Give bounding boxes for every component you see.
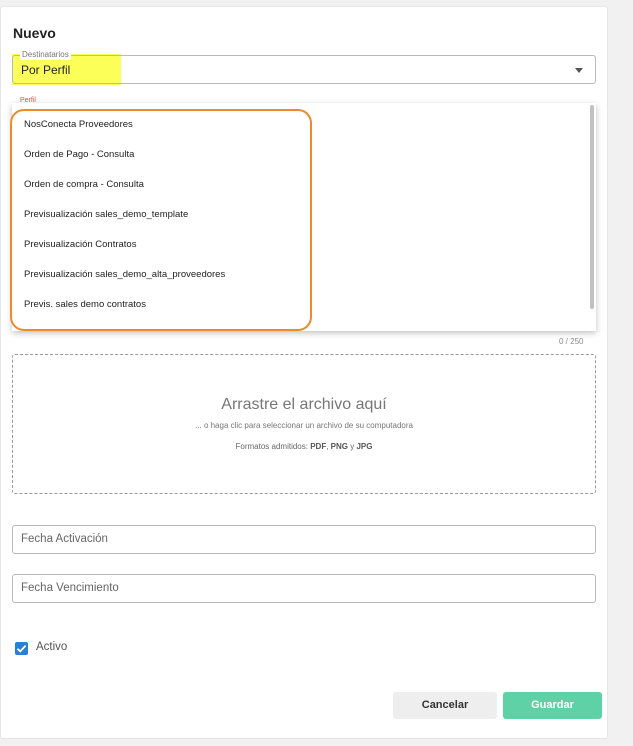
dropdown-option[interactable]: Orden de compra - Consulta (12, 170, 596, 200)
dropzone-subtitle: ... o haga clic para seleccionar un arch… (195, 421, 413, 430)
save-button[interactable]: Guardar (503, 692, 602, 719)
dropdown-option[interactable]: NosConecta Proveedores (12, 110, 596, 140)
perfil-dropdown[interactable]: NosConecta Proveedores Orden de Pago - C… (12, 103, 596, 331)
check-icon (16, 644, 27, 653)
destinatarios-label: Destinatarios (20, 50, 71, 60)
dropzone-title: Arrastre el archivo aquí (221, 396, 387, 413)
format-png: PNG (330, 442, 349, 451)
format-pdf: PDF (310, 442, 327, 451)
formats-prefix: Formatos admitidos: (235, 442, 308, 451)
fecha-vencimiento-field[interactable]: Fecha Vencimiento (12, 574, 596, 603)
dropdown-scrollbar[interactable] (590, 105, 594, 309)
activo-label: Activo (36, 641, 68, 653)
activo-checkbox[interactable] (15, 642, 28, 655)
dropdown-option[interactable]: Previsualización Contratos (12, 230, 596, 260)
cancel-button[interactable]: Cancelar (393, 692, 497, 719)
dropdown-option[interactable]: Previsualización sales_demo_alta_proveed… (12, 260, 596, 290)
destinatarios-select[interactable]: Destinatarios Por Perfil (12, 50, 596, 84)
fecha-activacion-placeholder: Fecha Activación (21, 533, 108, 545)
fecha-vencimiento-placeholder: Fecha Vencimiento (21, 582, 119, 594)
format-jpg: JPG (356, 442, 373, 451)
file-dropzone[interactable]: Arrastre el archivo aquí ... o haga clic… (12, 354, 596, 494)
dropzone-formats: Formatos admitidos: PDF, PNG y JPG (13, 442, 595, 451)
dropdown-option[interactable]: Previsualización sales_demo_template (12, 200, 596, 230)
dropdown-option[interactable]: Previs. sales demo contratos (12, 290, 596, 320)
char-counter: 0 / 250 (559, 337, 584, 346)
fecha-activacion-field[interactable]: Fecha Activación (12, 525, 596, 554)
dropdown-option[interactable]: Orden de Pago - Consulta (12, 140, 596, 170)
chevron-down-icon[interactable] (575, 68, 583, 73)
formats-separator: , (326, 442, 329, 451)
destinatarios-value: Por Perfil (21, 63, 71, 77)
formats-separator: y (350, 442, 355, 451)
dropdown-option[interactable]: Previsualización sales_demo_alta_proveed… (12, 320, 596, 331)
dialog-title: Nuevo (13, 25, 56, 41)
